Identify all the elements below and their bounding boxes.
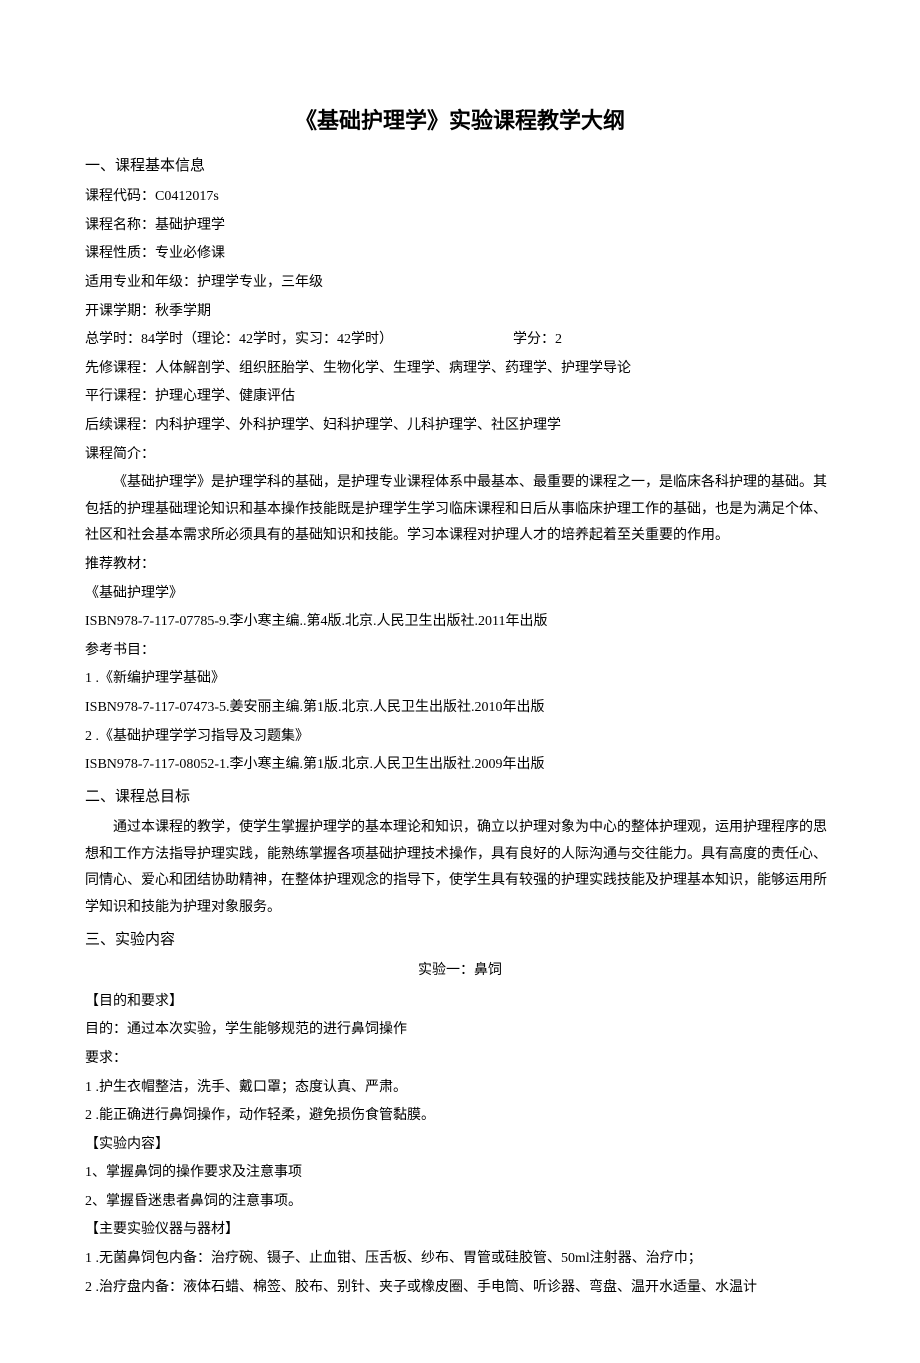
requirement-1: 1 .护生衣帽整洁，洗手、戴口罩；态度认真、严肃。 <box>85 1075 835 1102</box>
content-1: 1、掌握鼻饲的操作要求及注意事项 <box>85 1160 835 1187</box>
followup-row: 后续课程：内科护理学、外科护理学、妇科护理学、儿科护理学、社区护理学 <box>85 413 835 440</box>
textbook-info: ISBN978-7-117-07785-9.李小寒主编..第4版.北京.人民卫生… <box>85 609 835 636</box>
course-code-row: 课程代码：C0412017s <box>85 184 835 211</box>
intro-label: 课程简介： <box>85 442 835 469</box>
section-2-body: 通过本课程的教学，使学生掌握护理学的基本理论和知识，确立以护理对象为中心的整体护… <box>85 815 835 921</box>
content-header: 【实验内容】 <box>85 1132 835 1159</box>
apply-label: 适用专业和年级： <box>85 275 197 290</box>
parallel-label: 平行课程： <box>85 389 155 404</box>
purpose-text: 目的：通过本次实验，学生能够规范的进行鼻饲操作 <box>85 1017 835 1044</box>
parallel-row: 平行课程：护理心理学、健康评估 <box>85 384 835 411</box>
hours-value: 84学时（理论：42学时，实习：42学时） <box>141 332 393 347</box>
purpose-header: 【目的和要求】 <box>85 989 835 1016</box>
ref-2-num: 2 . <box>85 729 99 744</box>
prereq-label: 先修课程： <box>85 361 155 376</box>
instruments-header: 【主要实验仪器与器材】 <box>85 1217 835 1244</box>
course-nature-value: 专业必修课 <box>155 246 225 261</box>
apply-row: 适用专业和年级：护理学专业，三年级 <box>85 270 835 297</box>
page-title: 《基础护理学》实验课程教学大纲 <box>85 100 835 142</box>
requirement-2: 2 .能正确进行鼻饲操作，动作轻柔，避免损伤食管黏膜。 <box>85 1103 835 1130</box>
section-2-header: 二、课程总目标 <box>85 783 835 812</box>
hours-credit-row: 总学时：84学时（理论：42学时，实习：42学时） 学分：2 <box>85 327 835 354</box>
instrument-1: 1 .无菌鼻饲包内备：治疗碗、镊子、止血钳、压舌板、纱布、胃管或硅胶管、50ml… <box>85 1246 835 1273</box>
ref-2-info: ISBN978-7-117-08052-1.李小寒主编.第1版.北京.人民卫生出… <box>85 752 835 779</box>
instrument-2: 2 .治疗盘内备：液体石蜡、棉签、胶布、别针、夹子或橡皮圈、手电筒、听诊器、弯盘… <box>85 1275 835 1302</box>
ref-2-title: 《基础护理学学习指导及习题集》 <box>99 729 309 744</box>
ref-1-title-row: 1 .《新编护理学基础》 <box>85 666 835 693</box>
course-nature-row: 课程性质：专业必修课 <box>85 241 835 268</box>
term-value: 秋季学期 <box>155 304 211 319</box>
course-name-label: 课程名称： <box>85 218 155 233</box>
credit-label: 学分： <box>513 332 555 347</box>
followup-value: 内科护理学、外科护理学、妇科护理学、儿科护理学、社区护理学 <box>155 418 561 433</box>
intro-body: 《基础护理学》是护理学科的基础，是护理专业课程体系中最基本、最重要的课程之一，是… <box>85 470 835 550</box>
credit-value: 2 <box>555 332 562 347</box>
ref-2-title-row: 2 .《基础护理学学习指导及习题集》 <box>85 724 835 751</box>
textbook-label: 推荐教材： <box>85 552 835 579</box>
textbook-title: 《基础护理学》 <box>85 581 835 608</box>
section-3-header: 三、实验内容 <box>85 926 835 955</box>
course-name-value: 基础护理学 <box>155 218 225 233</box>
section-1-header: 一、课程基本信息 <box>85 152 835 181</box>
course-code-label: 课程代码： <box>85 189 155 204</box>
experiment-1-title: 实验一：鼻饲 <box>85 958 835 985</box>
requirements-label: 要求： <box>85 1046 835 1073</box>
ref-1-info: ISBN978-7-117-07473-5.姜安丽主编.第1版.北京.人民卫生出… <box>85 695 835 722</box>
course-nature-label: 课程性质： <box>85 246 155 261</box>
course-code-value: C0412017s <box>155 189 219 204</box>
reference-label: 参考书目： <box>85 638 835 665</box>
apply-value: 护理学专业，三年级 <box>197 275 323 290</box>
hours-label: 总学时： <box>85 332 141 347</box>
prereq-row: 先修课程：人体解剖学、组织胚胎学、生物化学、生理学、病理学、药理学、护理学导论 <box>85 356 835 383</box>
prereq-value: 人体解剖学、组织胚胎学、生物化学、生理学、病理学、药理学、护理学导论 <box>155 361 631 376</box>
parallel-value: 护理心理学、健康评估 <box>155 389 295 404</box>
ref-1-num: 1 . <box>85 671 99 686</box>
ref-1-title: 《新编护理学基础》 <box>99 671 225 686</box>
term-label: 开课学期： <box>85 304 155 319</box>
course-name-row: 课程名称：基础护理学 <box>85 213 835 240</box>
followup-label: 后续课程： <box>85 418 155 433</box>
term-row: 开课学期：秋季学期 <box>85 299 835 326</box>
content-2: 2、掌握昏迷患者鼻饲的注意事项。 <box>85 1189 835 1216</box>
